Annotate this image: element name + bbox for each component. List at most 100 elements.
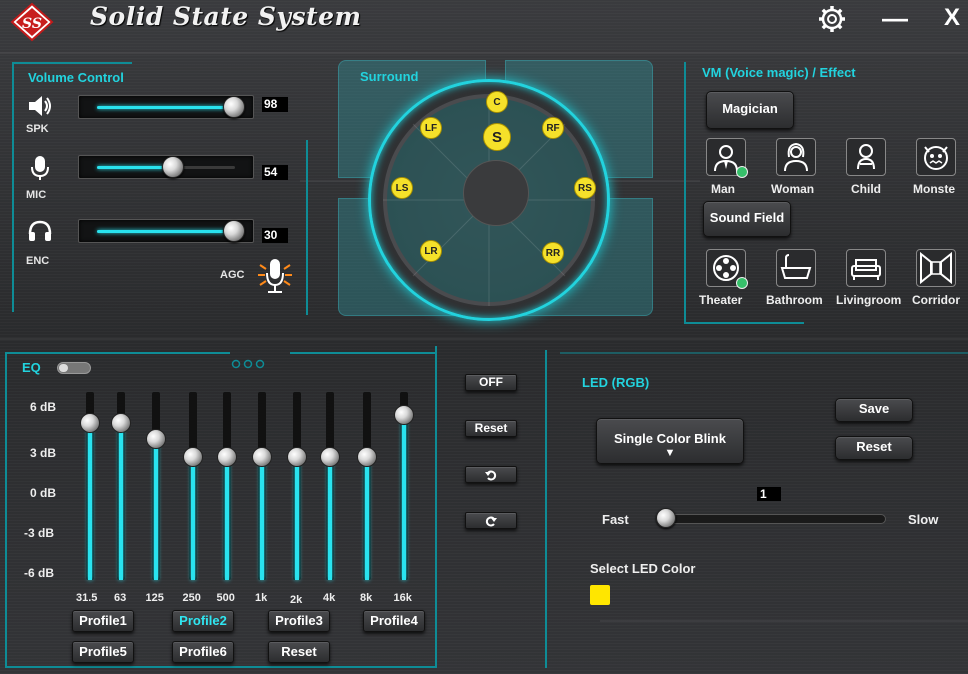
eq-slider-thumb[interactable] xyxy=(320,446,340,467)
close-button[interactable]: X xyxy=(944,4,960,32)
eq-slider-thumb[interactable] xyxy=(357,446,377,467)
man-label: Man xyxy=(711,182,735,196)
theater-icon[interactable] xyxy=(706,249,748,289)
speaker-lf[interactable]: LF xyxy=(420,117,442,139)
man-icon[interactable] xyxy=(706,138,748,178)
gear-icon[interactable] xyxy=(817,4,847,34)
mic-slider[interactable] xyxy=(78,155,254,179)
led-speed-value: 1 xyxy=(757,487,781,501)
speaker-c[interactable]: C xyxy=(486,91,508,113)
mic-slider-thumb[interactable] xyxy=(161,156,184,178)
speaker-rf[interactable]: RF xyxy=(542,117,564,139)
magician-button[interactable]: Magician xyxy=(706,91,794,129)
corridor-icon[interactable] xyxy=(916,249,956,287)
select-led-color-label: Select LED Color xyxy=(590,561,696,576)
eq-slider-thumb[interactable] xyxy=(287,446,307,467)
led-speed-slider[interactable] xyxy=(656,514,886,524)
spk-slider[interactable] xyxy=(78,95,254,119)
child-icon[interactable] xyxy=(846,138,886,176)
eq-slider-500[interactable] xyxy=(223,392,231,580)
speaker-ls[interactable]: LS xyxy=(391,177,413,199)
profile3-button[interactable]: Profile3 xyxy=(268,610,330,632)
led-mode-dropdown[interactable]: Single Color Blink ▼ xyxy=(596,418,744,464)
sofa-icon[interactable] xyxy=(846,249,886,287)
app-title: Solid State System xyxy=(90,2,362,31)
eq-slider-fill xyxy=(225,456,229,580)
eq-slider-fill xyxy=(402,415,406,580)
profile5-button[interactable]: Profile5 xyxy=(72,641,134,663)
led-speed-thumb[interactable] xyxy=(656,508,676,528)
eq-slider-fill xyxy=(154,439,158,580)
eq-slider-fill xyxy=(191,456,195,580)
eq-slider-8k[interactable] xyxy=(363,392,371,580)
undo-button[interactable] xyxy=(465,466,517,483)
agc-microphone-icon[interactable] xyxy=(254,255,296,297)
panel-divider xyxy=(290,352,435,354)
side-reset-button[interactable]: Reset xyxy=(465,420,517,437)
enc-slider[interactable] xyxy=(78,219,254,243)
eq-slider-125[interactable] xyxy=(152,392,160,580)
eq-slider-1k[interactable] xyxy=(258,392,266,580)
eq-slider-250[interactable] xyxy=(189,392,197,580)
eq-slider-2k[interactable] xyxy=(293,392,301,580)
eq-freq-label: 8k xyxy=(360,592,373,604)
eq-title: EQ xyxy=(22,360,41,375)
woman-label: Woman xyxy=(771,182,815,196)
volume-title: Volume Control xyxy=(28,70,124,85)
headset-icon xyxy=(28,220,52,241)
eq-slider-4k[interactable] xyxy=(326,392,334,580)
undo-icon xyxy=(485,470,497,481)
theater-label: Theater xyxy=(699,293,743,307)
panel-divider xyxy=(5,352,7,668)
db-label: 6 dB xyxy=(30,400,57,414)
panel-divider xyxy=(12,62,132,64)
selected-check-icon xyxy=(736,166,748,178)
db-label: -6 dB xyxy=(24,566,54,580)
eq-slider-thumb[interactable] xyxy=(217,446,237,467)
led-title: LED (RGB) xyxy=(582,375,650,390)
enc-slider-thumb[interactable] xyxy=(223,220,246,242)
profile1-button[interactable]: Profile1 xyxy=(72,610,134,632)
led-save-button[interactable]: Save xyxy=(835,398,913,422)
eq-slider-fill xyxy=(260,456,264,580)
profile2-button[interactable]: Profile2 xyxy=(172,610,234,632)
spk-slider-thumb[interactable] xyxy=(223,96,246,118)
speaker-rr[interactable]: RR xyxy=(542,242,564,264)
enc-label: ENC xyxy=(26,255,50,267)
surround-title: Surround xyxy=(360,69,419,84)
monster-icon[interactable] xyxy=(916,138,956,176)
speaker-lr[interactable]: LR xyxy=(420,240,442,262)
profile4-button[interactable]: Profile4 xyxy=(363,610,425,632)
vm-title: VM (Voice magic) / Effect xyxy=(702,65,856,80)
eq-freq-label: 63 xyxy=(114,592,127,604)
eq-reset-button[interactable]: Reset xyxy=(268,641,330,663)
panel-divider xyxy=(306,140,308,315)
panel-divider xyxy=(5,352,230,354)
speaker-s[interactable]: S xyxy=(483,123,511,151)
eq-toggle[interactable] xyxy=(57,362,91,374)
off-button[interactable]: OFF xyxy=(465,374,517,391)
selected-check-icon xyxy=(736,277,748,289)
mic-value: 54 xyxy=(262,165,288,180)
fast-label: Fast xyxy=(602,512,629,527)
redo-button[interactable] xyxy=(465,512,517,529)
sound-field-button[interactable]: Sound Field xyxy=(703,201,791,237)
eq-freq-label: 16k xyxy=(393,592,412,604)
eq-freq-label: 125 xyxy=(145,592,164,604)
eq-freq-label: 4k xyxy=(323,592,336,604)
led-color-swatch[interactable] xyxy=(590,585,610,605)
led-reset-button[interactable]: Reset xyxy=(835,436,913,460)
speaker-icon xyxy=(29,96,51,116)
minimize-button[interactable]: — xyxy=(882,4,908,32)
woman-icon[interactable] xyxy=(776,138,816,176)
svg-text:SS: SS xyxy=(22,16,42,32)
eq-slider-thumb[interactable] xyxy=(252,446,272,467)
monster-label: Monste xyxy=(913,182,955,196)
speaker-rs[interactable]: RS xyxy=(574,177,596,199)
spk-label: SPK xyxy=(26,123,49,135)
eq-slider-thumb[interactable] xyxy=(183,446,203,467)
agc-label: AGC xyxy=(220,269,245,281)
panel-divider xyxy=(545,350,547,668)
profile6-button[interactable]: Profile6 xyxy=(172,641,234,663)
bathtub-icon[interactable] xyxy=(776,249,816,287)
